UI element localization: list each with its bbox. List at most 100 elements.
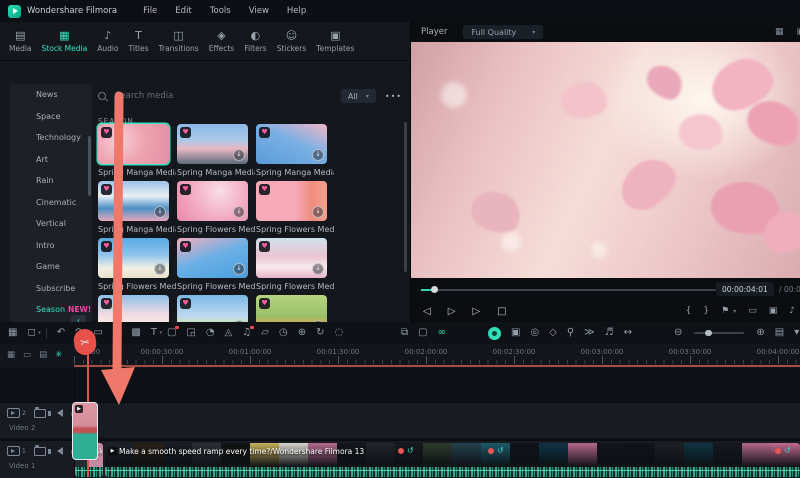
step-forward-icon[interactable]: ▷: [472, 306, 480, 317]
favorite-heart-icon[interactable]: ♥: [180, 241, 191, 252]
chroma-key-icon[interactable]: ◬: [225, 327, 233, 339]
add-clip-icon[interactable]: ▦: [7, 350, 15, 360]
split-icon[interactable]: ✂: [113, 327, 121, 339]
render-preview-icon[interactable]: ▤: [39, 350, 47, 360]
marker-tool-icon[interactable]: ▭: [23, 350, 31, 360]
zoom-slider-handle[interactable]: [705, 329, 712, 337]
mark-out-icon[interactable]: }: [703, 306, 709, 316]
sidebar-item-cinematic[interactable]: Cinematic: [10, 192, 92, 214]
adjust-icon[interactable]: ▱: [261, 327, 269, 339]
menu-file[interactable]: File: [143, 6, 157, 16]
filter-dropdown[interactable]: All ▾: [340, 89, 376, 103]
sidebar-collapse-button[interactable]: ‹: [71, 315, 86, 322]
track-row-video1[interactable]: 1◉Video 1 ▶ Mak... ▶ Make a smooth speed…: [0, 440, 800, 478]
track-row-video2[interactable]: 2◉ Video 2: [0, 402, 800, 438]
undo-icon[interactable]: ↶: [57, 327, 65, 339]
mask-icon[interactable]: ◇: [549, 327, 557, 339]
keyframe-icon[interactable]: ◎: [530, 327, 539, 339]
media-thumbnail[interactable]: ♥↓: [177, 181, 248, 221]
favorite-heart-icon[interactable]: ♥: [180, 127, 191, 138]
folder-icon[interactable]: [33, 445, 46, 456]
mark-in-icon[interactable]: {: [686, 306, 692, 316]
rotate-icon[interactable]: ↻: [316, 327, 324, 339]
favorite-heart-icon[interactable]: ♥: [101, 298, 112, 309]
display-icon[interactable]: ▭: [748, 306, 757, 316]
crop-icon[interactable]: ▩: [131, 327, 140, 339]
sidebar-item-subscribe[interactable]: Subscribe: [10, 278, 92, 300]
zoom-in-icon[interactable]: ⊕: [756, 327, 764, 339]
favorite-heart-icon[interactable]: ♥: [101, 127, 112, 138]
tab-stock-media[interactable]: ▦ Stock Media: [37, 30, 93, 53]
fit-timeline-icon[interactable]: ↔: [624, 327, 632, 339]
tab-effects[interactable]: ◈ Effects: [204, 30, 240, 53]
seek-handle[interactable]: [431, 286, 438, 294]
speed-icon[interactable]: ◔: [206, 327, 215, 339]
fullscreen-icon[interactable]: ▣: [796, 27, 800, 37]
media-thumbnail[interactable]: ♥↓: [98, 238, 169, 278]
keyframe-camera-icon[interactable]: ▣: [511, 327, 520, 339]
search-input[interactable]: [113, 90, 267, 102]
manage-tracks-icon[interactable]: ▤: [775, 327, 784, 339]
marker-icon[interactable]: ⚑: [721, 306, 729, 316]
timeline-ruler[interactable]: ▦▭▤✳ 00:0000:00:30:0000:01:00:0000:01:30…: [0, 344, 800, 368]
mask-tool-icon[interactable]: ▢: [167, 325, 179, 339]
quality-dropdown[interactable]: Full Quality ▾: [463, 25, 544, 39]
keyframe-flower-icon[interactable]: ✳: [55, 350, 62, 360]
speed-ramp-icon[interactable]: ≫: [584, 327, 594, 339]
media-thumbnail[interactable]: ♥: [98, 295, 169, 322]
multi-view-icon[interactable]: ▦: [775, 27, 784, 37]
sidebar-item-art[interactable]: Art: [10, 149, 92, 171]
hand-tool-icon[interactable]: ◌: [334, 327, 343, 339]
sidebar-item-rain[interactable]: Rain: [10, 170, 92, 192]
favorite-heart-icon[interactable]: ♥: [180, 184, 191, 195]
menu-tools[interactable]: Tools: [210, 6, 231, 16]
step-back-icon[interactable]: ◁: [423, 306, 431, 317]
text-tool-icon[interactable]: T ▾: [151, 327, 162, 339]
select-tool-icon[interactable]: ◻ ▾: [27, 327, 40, 339]
media-thumbnail[interactable]: ♥↓: [177, 124, 248, 164]
sidebar-item-technology[interactable]: Technology: [10, 127, 92, 149]
folder-icon[interactable]: [33, 407, 46, 418]
favorite-heart-icon[interactable]: ♥: [259, 184, 270, 195]
media-thumbnail[interactable]: ♥↓: [256, 181, 327, 221]
sidebar-item-news[interactable]: News: [10, 84, 92, 106]
tab-audio[interactable]: ♪ Audio: [92, 30, 123, 53]
sidebar-item-vertical[interactable]: Vertical: [10, 213, 92, 235]
link-icon[interactable]: ∞: [438, 327, 446, 339]
tab-templates[interactable]: ▣ Templates: [311, 30, 359, 53]
favorite-heart-icon[interactable]: ♥: [259, 127, 270, 138]
mute-speaker-icon[interactable]: [47, 409, 63, 417]
screen-record-icon[interactable]: ◲: [186, 327, 195, 339]
more-options-button[interactable]: •••: [385, 92, 402, 101]
menu-help[interactable]: Help: [287, 6, 306, 16]
tracks-chevron-icon[interactable]: ▾▾: [794, 327, 799, 339]
audio-stretch-icon[interactable]: ♬: [605, 327, 614, 339]
menu-view[interactable]: View: [249, 6, 269, 16]
tab-transitions[interactable]: ◫ Transitions: [154, 30, 204, 53]
dragged-clip-ghost[interactable]: ▶: [72, 402, 98, 460]
seek-bar[interactable]: [421, 286, 716, 294]
sidebar-item-intro[interactable]: Intro: [10, 235, 92, 257]
favorite-heart-icon[interactable]: ♥: [180, 298, 191, 309]
snapshot-icon[interactable]: ▣: [769, 306, 778, 316]
sidebar-item-game[interactable]: Game: [10, 256, 92, 278]
media-thumbnail[interactable]: ♥↓: [256, 295, 327, 322]
tab-stickers[interactable]: ☺ Stickers: [272, 30, 312, 53]
tab-filters[interactable]: ◐ Filters: [239, 30, 271, 53]
media-thumbnail[interactable]: ♥: [98, 124, 169, 164]
timeline-clip-main[interactable]: ▶ Make a smooth speed ramp every time?/W…: [105, 443, 800, 477]
media-bin-icon[interactable]: ▦: [8, 327, 17, 339]
sidebar-item-space[interactable]: Space: [10, 106, 92, 128]
mute-speaker-icon[interactable]: [47, 447, 63, 455]
sidebar-scrollbar[interactable]: [88, 136, 91, 196]
timeline-zoom-slider[interactable]: [694, 329, 745, 337]
favorite-heart-icon[interactable]: ♥: [101, 184, 112, 195]
stop-icon[interactable]: □: [497, 306, 506, 317]
media-thumbnail[interactable]: ♥↓: [98, 181, 169, 221]
media-thumbnail[interactable]: ♥↓: [256, 238, 327, 278]
compound-clip-icon[interactable]: ▢: [418, 327, 427, 339]
voiceover-mic-icon[interactable]: ⚲: [567, 327, 574, 339]
play-icon[interactable]: ▷: [448, 306, 456, 317]
audio-denoise-icon[interactable]: ♫: [242, 325, 254, 339]
media-thumbnail[interactable]: ♥↓: [177, 238, 248, 278]
